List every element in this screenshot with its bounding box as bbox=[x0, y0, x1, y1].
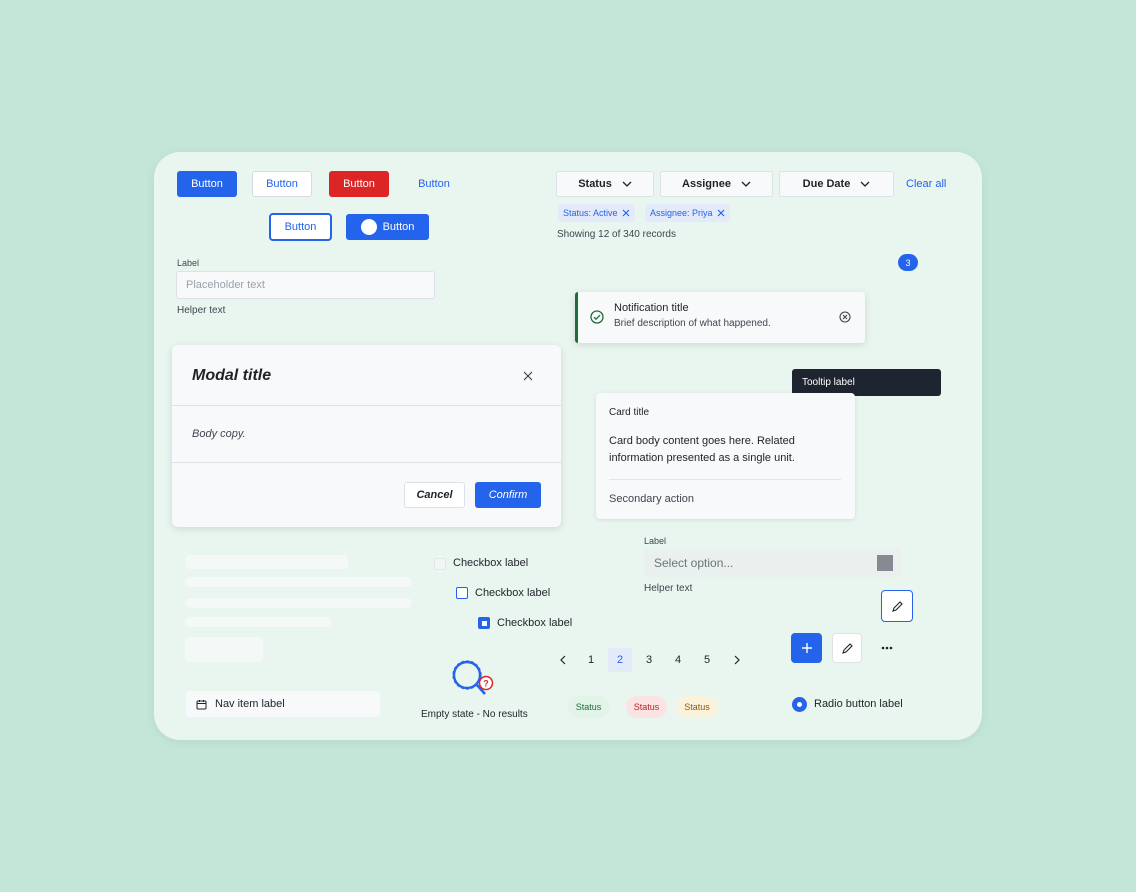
filter-chip-status[interactable]: Status: Active bbox=[558, 204, 635, 222]
toggle-button[interactable]: Button bbox=[346, 214, 429, 240]
filter-chip-assignee[interactable]: Assignee: Priya bbox=[645, 204, 730, 222]
card-body: Card body content goes here. Related inf… bbox=[609, 435, 795, 464]
checkbox-label: Checkbox label bbox=[497, 617, 573, 629]
secondary-button[interactable]: Button bbox=[252, 171, 312, 197]
more-button[interactable] bbox=[872, 633, 902, 663]
status-filter-dropdown[interactable]: Status bbox=[556, 171, 654, 197]
select-arrow-icon[interactable] bbox=[877, 555, 893, 571]
toggle-button-label: Button bbox=[382, 221, 415, 233]
card-secondary-action[interactable]: Secondary action bbox=[609, 493, 694, 505]
pencil-icon bbox=[891, 600, 904, 613]
more-horizontal-icon bbox=[881, 646, 893, 650]
text-input[interactable]: Placeholder text bbox=[176, 271, 435, 299]
skeleton-line bbox=[185, 598, 412, 608]
status-pill-success: Status bbox=[568, 696, 609, 718]
plus-icon bbox=[801, 642, 813, 654]
edit-button-focused[interactable] bbox=[881, 590, 913, 622]
assignee-filter-label: Assignee bbox=[682, 178, 731, 190]
chevron-right-icon[interactable] bbox=[725, 648, 749, 672]
confirm-button[interactable]: Confirm bbox=[475, 482, 541, 508]
dismiss-icon[interactable] bbox=[839, 311, 851, 323]
modal-body: Body copy. bbox=[192, 428, 246, 440]
component-board: Button Button Button Button Button Butto… bbox=[154, 152, 982, 740]
page-2-current[interactable]: 2 bbox=[608, 648, 632, 672]
page-5[interactable]: 5 bbox=[695, 648, 719, 672]
tooltip: Tooltip label bbox=[792, 369, 941, 396]
notification-title: Notification title bbox=[614, 302, 689, 314]
checkbox-checked[interactable] bbox=[478, 617, 490, 629]
check-circle-icon bbox=[590, 310, 604, 324]
chevron-down-icon bbox=[622, 181, 632, 187]
text-field-helper: Helper text bbox=[177, 305, 226, 316]
calendar-icon bbox=[196, 699, 207, 710]
page-3[interactable]: 3 bbox=[637, 648, 661, 672]
ghost-button[interactable]: Button bbox=[404, 171, 464, 197]
modal-divider bbox=[172, 405, 561, 406]
chevron-left-icon[interactable] bbox=[551, 648, 575, 672]
filter-chip-label: Status: Active bbox=[563, 208, 618, 218]
nav-item[interactable]: Nav item label bbox=[186, 691, 380, 717]
notification-toast: Notification title Brief description of … bbox=[575, 292, 865, 343]
content-card: Card title Card body content goes here. … bbox=[596, 393, 855, 519]
chevron-down-icon bbox=[860, 181, 870, 187]
radio-button-label: Radio button label bbox=[814, 698, 903, 710]
chevron-down-icon bbox=[741, 181, 751, 187]
skeleton-line bbox=[185, 555, 348, 569]
radio-button-selected[interactable] bbox=[792, 697, 807, 712]
add-button[interactable] bbox=[791, 633, 822, 663]
due-date-filter-label: Due Date bbox=[802, 178, 851, 190]
page-1[interactable]: 1 bbox=[579, 648, 603, 672]
assignee-filter-dropdown[interactable]: Assignee bbox=[660, 171, 773, 197]
toggle-knob-icon bbox=[360, 219, 377, 235]
card-title: Card title bbox=[609, 407, 650, 418]
outline-button[interactable]: Button bbox=[269, 213, 332, 241]
count-badge: 3 bbox=[898, 254, 918, 271]
card-divider bbox=[609, 479, 841, 480]
modal-dialog: Modal title Body copy. Cancel Confirm bbox=[172, 345, 561, 527]
cancel-button[interactable]: Cancel bbox=[404, 482, 465, 508]
checkbox-unchecked[interactable] bbox=[456, 587, 468, 599]
select-dropdown[interactable]: Select option... bbox=[644, 549, 901, 577]
checkbox-label: Checkbox label bbox=[475, 587, 551, 599]
page-4[interactable]: 4 bbox=[666, 648, 690, 672]
nav-item-label: Nav item label bbox=[215, 698, 285, 710]
text-field-label: Label bbox=[177, 258, 200, 268]
checkbox-disabled[interactable] bbox=[434, 558, 446, 570]
edit-button[interactable] bbox=[832, 633, 862, 663]
skeleton-block bbox=[185, 637, 263, 662]
notification-description: Brief description of what happened. bbox=[614, 318, 771, 329]
filter-chip-label: Assignee: Priya bbox=[650, 208, 713, 218]
select-label: Label bbox=[644, 536, 667, 546]
radio-dot-icon bbox=[797, 702, 802, 707]
empty-state-label: Empty state - No results bbox=[421, 709, 528, 720]
select-helper: Helper text bbox=[644, 583, 693, 594]
close-icon[interactable] bbox=[622, 209, 630, 217]
status-pill-warning: Status bbox=[676, 696, 718, 718]
checkbox-label: Checkbox label bbox=[453, 557, 529, 569]
modal-divider bbox=[172, 462, 561, 463]
status-pill-error: Status bbox=[626, 696, 667, 718]
pencil-icon bbox=[841, 642, 854, 655]
due-date-filter-dropdown[interactable]: Due Date bbox=[779, 171, 894, 197]
search-question-icon: ? bbox=[450, 660, 496, 700]
clear-all-link[interactable]: Clear all bbox=[906, 178, 946, 190]
skeleton-line bbox=[185, 577, 412, 587]
svg-text:?: ? bbox=[483, 679, 489, 689]
select-placeholder: Select option... bbox=[654, 556, 734, 570]
modal-title: Modal title bbox=[192, 367, 272, 384]
records-summary: Showing 12 of 340 records bbox=[557, 229, 676, 240]
close-icon[interactable] bbox=[717, 209, 725, 217]
skeleton-line bbox=[185, 617, 331, 627]
danger-button[interactable]: Button bbox=[329, 171, 389, 197]
primary-button[interactable]: Button bbox=[177, 171, 237, 197]
status-filter-label: Status bbox=[578, 178, 612, 190]
check-mark-icon bbox=[481, 620, 487, 626]
close-icon[interactable] bbox=[523, 371, 533, 381]
